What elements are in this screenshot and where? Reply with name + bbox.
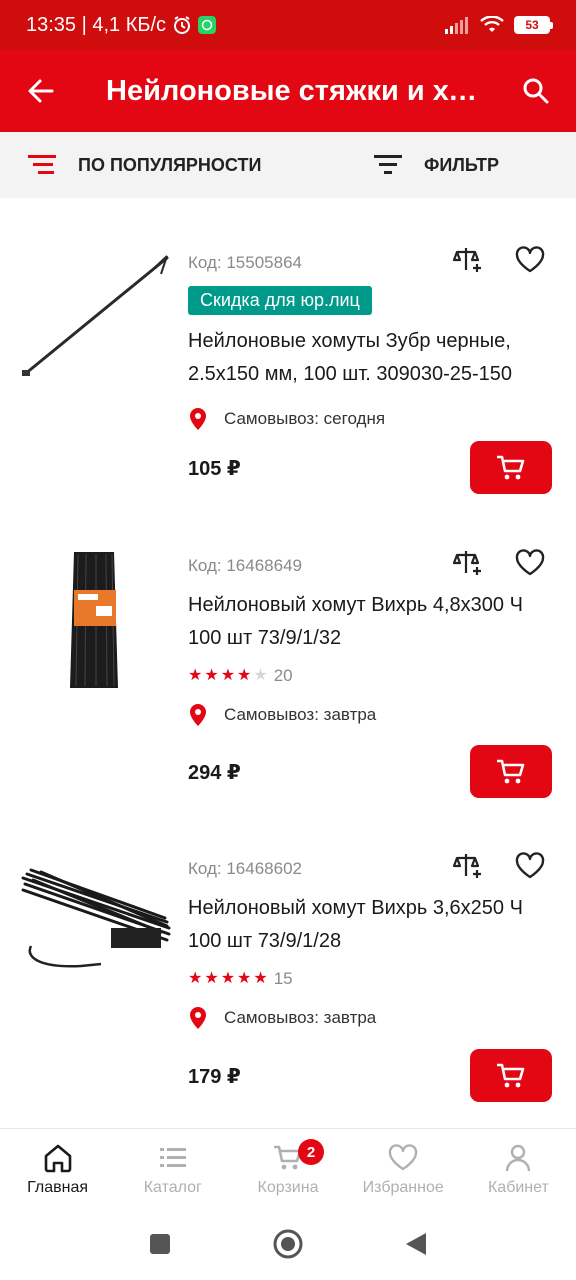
- whatsapp-icon: [198, 16, 217, 34]
- sort-label: ПО ПОПУЛЯРНОСТИ: [78, 154, 262, 175]
- product-price: 105 ₽: [188, 458, 241, 480]
- pickup-info: Самовывоз: завтра: [188, 701, 552, 729]
- status-time: 13:35 | 4,1 КБ/с: [26, 13, 167, 36]
- star-icon: ★: [204, 970, 219, 987]
- product-card[interactable]: Код: 16468602 Нейлоновый хомут Вихрь 3,6…: [0, 804, 576, 1107]
- system-navigation: [0, 1208, 576, 1280]
- bottom-navigation: Главная Каталог 2 Корзина Избранное Каби…: [0, 1128, 576, 1208]
- cart-icon: [497, 759, 525, 783]
- nav-item-home[interactable]: Главная: [0, 1129, 115, 1208]
- search-button[interactable]: [496, 50, 576, 132]
- product-price: 294 ₽: [188, 762, 241, 784]
- nav-item-favorites[interactable]: Избранное: [346, 1129, 461, 1208]
- product-price: 179 ₽: [188, 1066, 241, 1088]
- product-code: Код: 15505864: [188, 253, 302, 272]
- star-icon: ★: [220, 970, 236, 987]
- cart-count-badge: 2: [298, 1139, 324, 1165]
- catalog-icon: [159, 1148, 186, 1167]
- rating-stars: ★ ★ ★ ★ ★: [188, 971, 268, 987]
- sort-icon: [28, 155, 56, 174]
- home-circle-icon[interactable]: [272, 1228, 304, 1260]
- review-count: 15: [273, 969, 293, 988]
- star-icon: ★: [237, 667, 252, 684]
- alarm-icon: [174, 16, 191, 34]
- star-icon: ★: [204, 667, 219, 684]
- nav-item-catalog[interactable]: Каталог: [115, 1129, 230, 1208]
- nav-label: Главная: [27, 1179, 89, 1196]
- location-pin-icon: [190, 704, 206, 726]
- cart-icon: [497, 1063, 525, 1087]
- page-title: Нейлоновые стяжки и хо…: [106, 74, 482, 107]
- nav-label: Избранное: [362, 1179, 444, 1196]
- star-icon: ★: [188, 970, 203, 987]
- product-image[interactable]: [20, 545, 172, 695]
- app-bar: Нейлоновые стяжки и хо…: [0, 50, 576, 132]
- pickup-text: Самовывоз: сегодня: [224, 409, 386, 428]
- rating: ★ ★ ★ ★ ★ 15: [188, 968, 552, 990]
- product-name[interactable]: Нейлоновый хомут Вихрь 3,6х250 Ч 100 шт …: [188, 892, 552, 958]
- product-image[interactable]: [20, 242, 172, 392]
- product-name[interactable]: Нейлоновый хомут Вихрь 4,8х300 Ч 100 шт …: [188, 589, 552, 655]
- add-to-cart-button[interactable]: [470, 745, 552, 798]
- nav-label: Кабинет: [487, 1179, 549, 1196]
- recents-icon[interactable]: [148, 1232, 172, 1256]
- filter-icon: [374, 155, 402, 174]
- review-count: 20: [273, 666, 293, 685]
- nav-label: Каталог: [143, 1179, 202, 1196]
- pickup-text: Самовывоз: завтра: [224, 705, 377, 724]
- back-button[interactable]: [0, 50, 82, 132]
- battery-level: 53: [525, 18, 539, 32]
- filter-label: ФИЛЬТР: [424, 154, 500, 175]
- add-to-cart-button[interactable]: [470, 441, 552, 494]
- product-image[interactable]: [20, 848, 172, 998]
- nav-label: Корзина: [257, 1179, 319, 1196]
- back-triangle-icon[interactable]: [404, 1231, 428, 1257]
- product-card[interactable]: Код: 15505864 Скидка для юр.лиц Нейлонов…: [0, 198, 576, 501]
- add-to-cart-button[interactable]: [470, 1049, 552, 1102]
- location-pin-icon: [190, 408, 206, 430]
- star-icon: ★: [253, 667, 268, 684]
- arrow-back-icon: [28, 79, 54, 103]
- star-icon: ★: [253, 970, 268, 987]
- user-icon: [506, 1144, 531, 1172]
- sort-button[interactable]: ПО ПОПУЛЯРНОСТИ: [0, 132, 350, 198]
- signal-icon: [445, 17, 468, 34]
- rating: ★ ★ ★ ★ ★ 20: [188, 665, 552, 687]
- cart-icon: [497, 455, 525, 479]
- product-card[interactable]: Код: 16468649 Нейлоновый хомут Вихрь 4,8…: [0, 501, 576, 804]
- product-code: Код: 16468602: [188, 859, 302, 878]
- star-icon: ★: [237, 970, 252, 987]
- star-icon: ★: [188, 667, 203, 684]
- heart-icon: [389, 1144, 418, 1171]
- star-icon: ★: [220, 667, 236, 684]
- pickup-info: Самовывоз: сегодня: [188, 405, 552, 433]
- search-icon: [523, 78, 549, 104]
- wifi-icon: [480, 16, 504, 32]
- home-icon: [44, 1144, 71, 1173]
- nav-item-account[interactable]: Кабинет: [461, 1129, 576, 1208]
- discount-badge: Скидка для юр.лиц: [188, 286, 372, 315]
- filter-button[interactable]: ФИЛЬТР: [350, 132, 499, 198]
- product-list: Код: 15505864 Скидка для юр.лиц Нейлонов…: [0, 198, 576, 1107]
- rating-stars: ★ ★ ★ ★ ★: [188, 668, 268, 684]
- sort-filter-bar: ПО ПОПУЛЯРНОСТИ ФИЛЬТР: [0, 132, 576, 198]
- product-code: Код: 16468649: [188, 556, 302, 575]
- nav-item-cart[interactable]: 2 Корзина: [230, 1129, 345, 1208]
- status-bar: 13:35 | 4,1 КБ/с 53: [0, 0, 576, 50]
- pickup-text: Самовывоз: завтра: [224, 1008, 377, 1027]
- pickup-info: Самовывоз: завтра: [188, 1004, 552, 1032]
- product-name[interactable]: Нейлоновые хомуты Зубр черные, 2.5x150 м…: [188, 325, 552, 391]
- battery-icon: 53: [514, 16, 553, 34]
- location-pin-icon: [190, 1007, 206, 1029]
